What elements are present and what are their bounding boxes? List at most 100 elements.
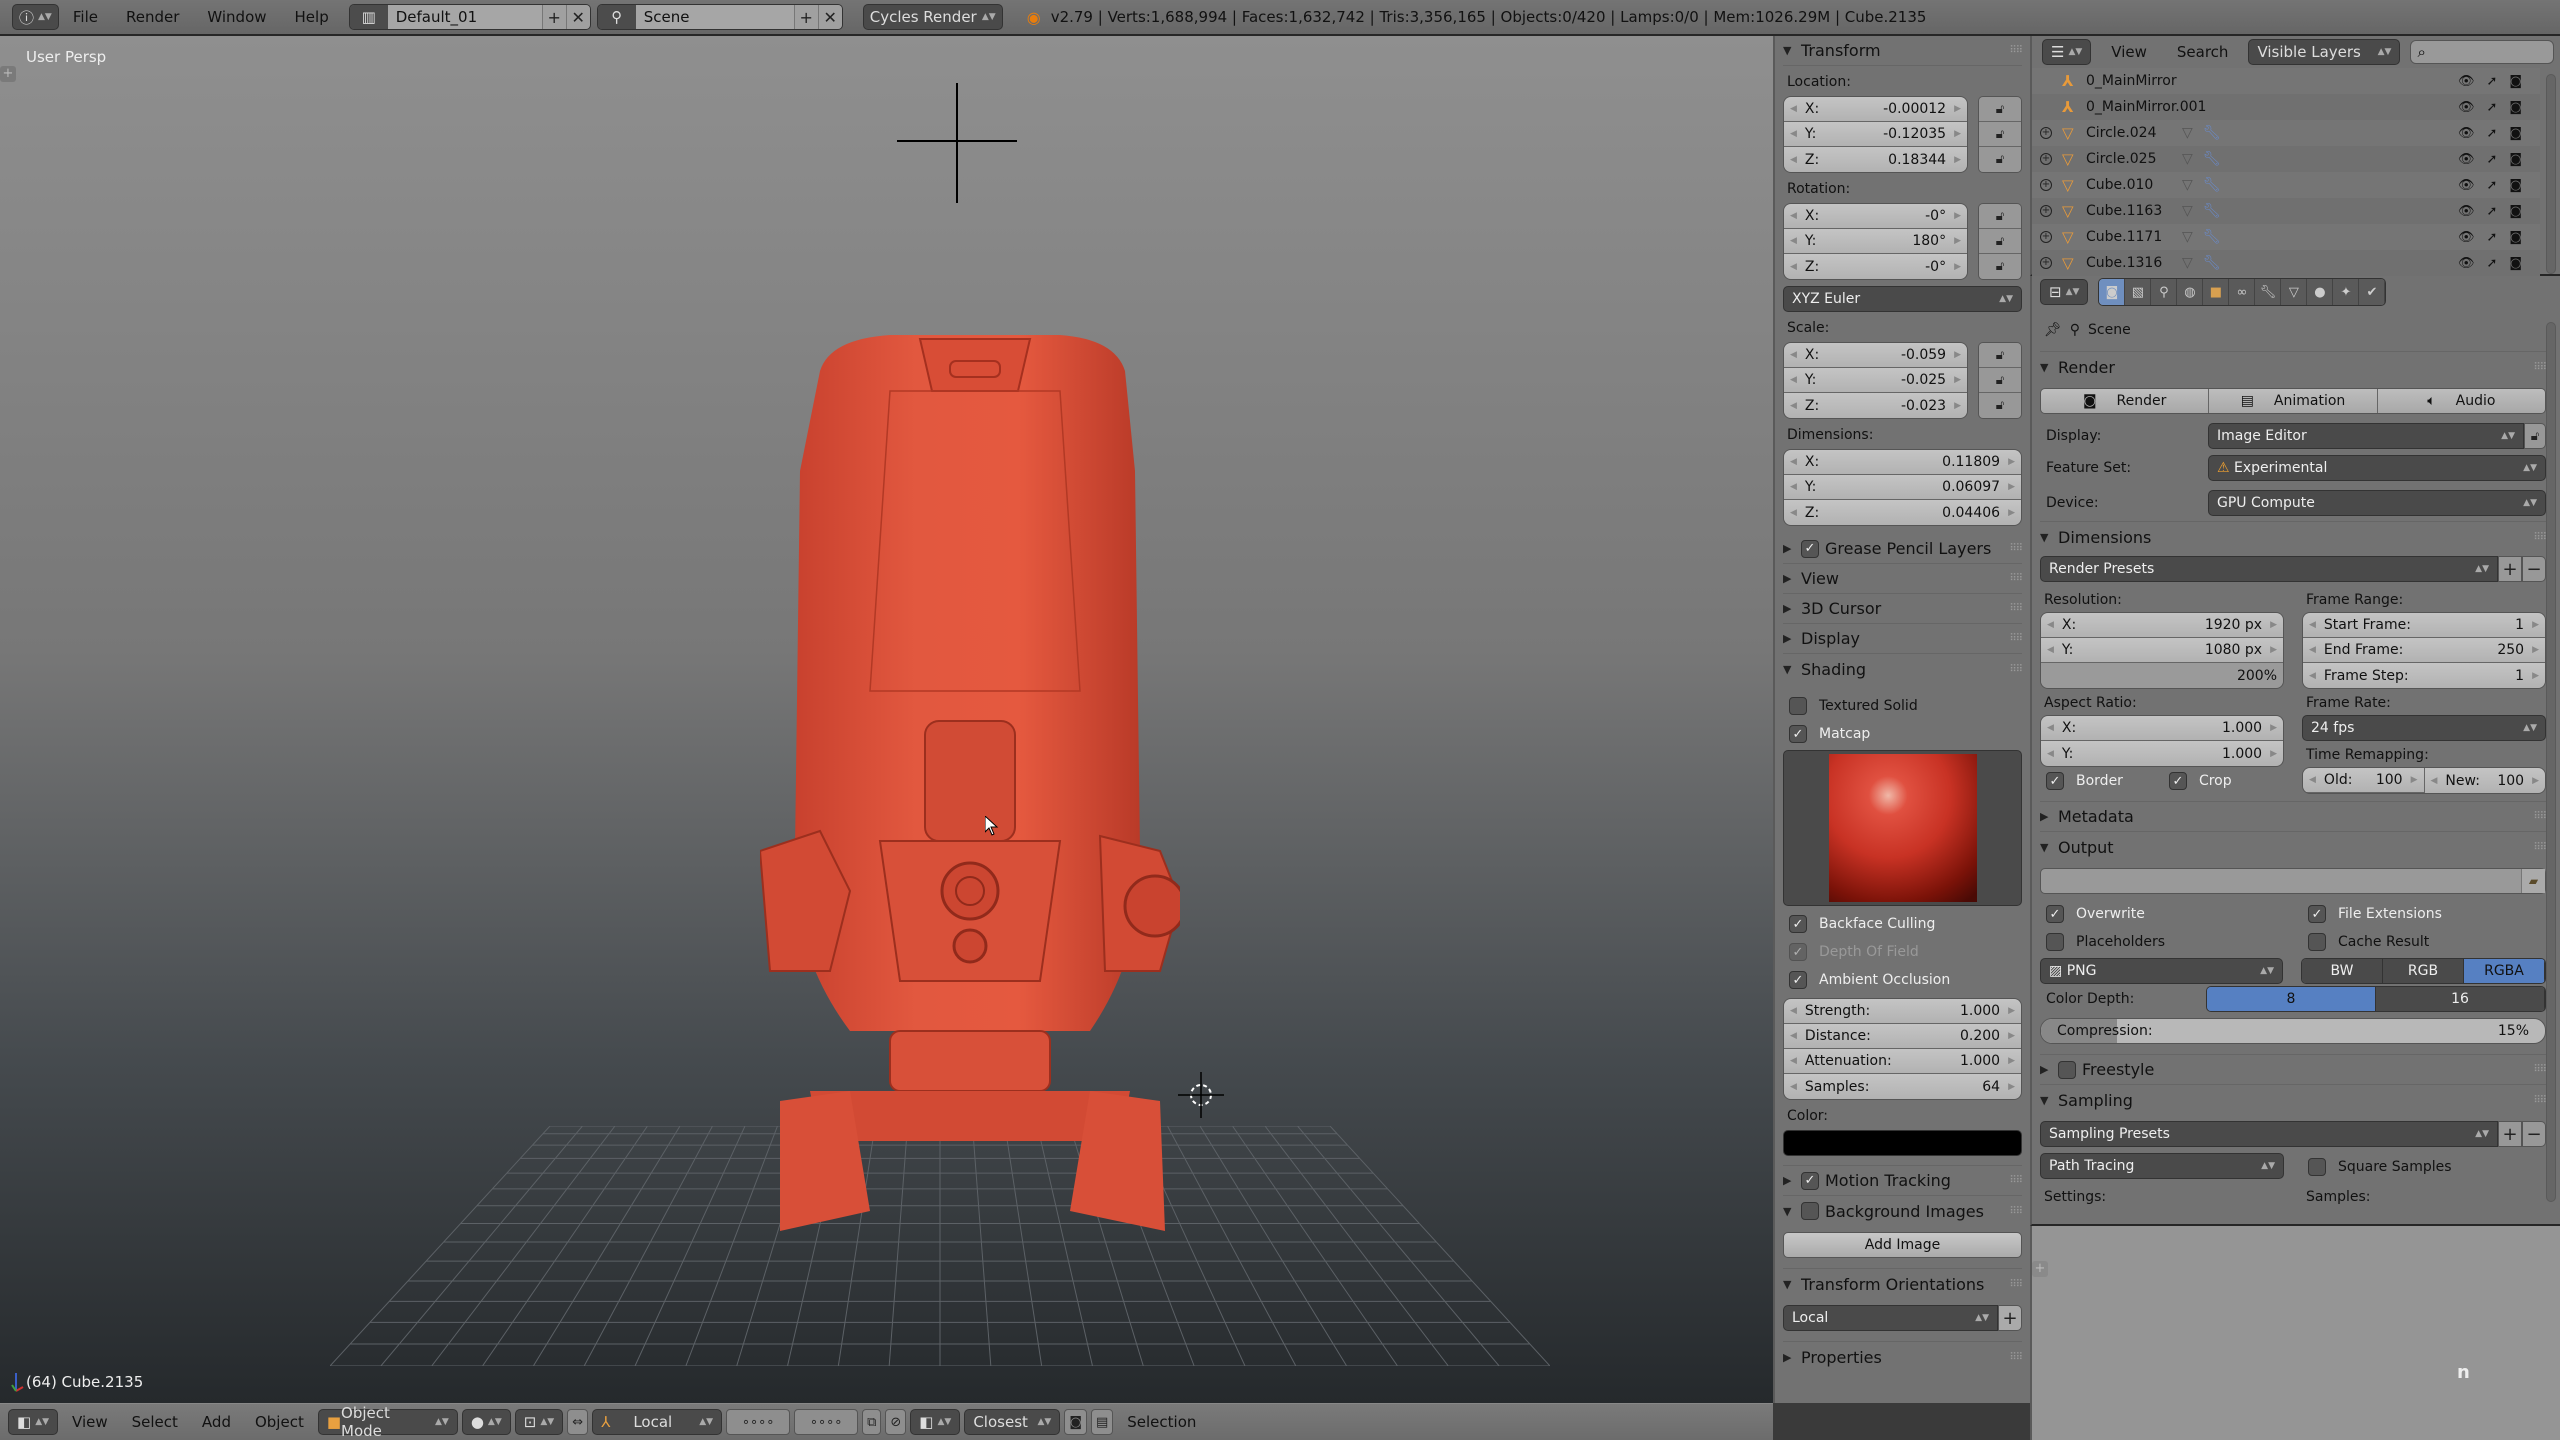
lock-icon[interactable]: 🔓︎ [1979, 122, 2021, 147]
modifier-wrench-icon[interactable]: 🔧︎ [2203, 177, 2221, 193]
mode-select[interactable]: ■ Object Mode ▲▼ [317, 1404, 458, 1440]
display-panel-header[interactable]: ▶ Display ⠿⠿ [1783, 624, 2023, 654]
outliner-item-name[interactable]: 0_MainMirror.001 [2086, 99, 2206, 115]
frame-step-field[interactable]: ◀ Frame Step: 1 ▶ [2303, 663, 2545, 688]
border-toggle[interactable]: ✓ Border [2040, 767, 2123, 795]
modifier-wrench-icon[interactable]: 🔧︎ [2203, 255, 2221, 271]
start-frame-field[interactable]: ◀ Start Frame: 1 ▶ [2303, 613, 2545, 638]
checkbox[interactable] [2308, 1158, 2326, 1176]
checkbox[interactable] [2308, 933, 2326, 951]
scene-selector[interactable]: ⚲ Scene + ✕ [596, 4, 843, 30]
resolution-percentage-slider[interactable]: 200% [2041, 663, 2283, 688]
outliner-item-name[interactable]: Cube.010 [2086, 177, 2153, 193]
drag-grip-icon[interactable]: ⠿⠿ [2533, 532, 2547, 543]
renderability-camera-icon[interactable]: ◙ [2509, 126, 2522, 141]
data-tab-mesh-icon[interactable]: ▽ [2281, 279, 2308, 305]
view-panel-header[interactable]: ▶ View ⠿⠿ [1783, 564, 2023, 594]
menu-view[interactable]: View [2101, 43, 2157, 61]
selectability-cursor-icon[interactable]: ➚ [2486, 256, 2497, 271]
ao-color-swatch[interactable] [1783, 1130, 2022, 1156]
dimensions-panel-header[interactable]: ▼ Dimensions ⠿⠿ [2040, 522, 2547, 552]
output-panel-header[interactable]: ▼ Output ⠿⠿ [2040, 832, 2547, 862]
add-image-button[interactable]: Add Image [1783, 1232, 2022, 1258]
file-extensions-toggle[interactable]: ✓ File Extensions [2302, 900, 2546, 928]
end-frame-field[interactable]: ◀ End Frame: 250 ▶ [2303, 638, 2545, 663]
grease-pencil-panel-header[interactable]: ▶ ✓ Grease Pencil Layers ⠿⠿ [1783, 534, 2023, 564]
mesh-data-icon[interactable]: ▽ [2182, 125, 2193, 141]
background-images-panel-header[interactable]: ▼ Background Images ⠿⠿ [1783, 1196, 2023, 1226]
rotation-mode-select[interactable]: XYZ Euler ▲▼ [1783, 286, 2022, 312]
drag-grip-icon[interactable]: ⠿⠿ [2009, 1279, 2023, 1290]
add-layout-button[interactable]: + [541, 5, 566, 29]
dimension-z-field[interactable]: ◀ Z: 0.04406 ▶ [1784, 500, 2021, 525]
file-format-select[interactable]: ▨ PNG ▲▼ [2040, 958, 2283, 984]
metadata-panel-header[interactable]: ▶ Metadata ⠿⠿ [2040, 802, 2547, 832]
sampling-presets-select[interactable]: Sampling Presets ▲▼ [2040, 1121, 2498, 1147]
drag-grip-icon[interactable]: ⠿⠿ [2009, 664, 2023, 675]
placeholders-toggle[interactable]: Placeholders [2040, 928, 2284, 956]
lock-icon[interactable]: 🔓︎ [1979, 147, 2021, 172]
scene-name[interactable]: Scene [635, 5, 794, 29]
checkbox[interactable]: ✓ [2308, 905, 2326, 923]
manipulator-toggle[interactable]: ⇔ [567, 1409, 589, 1435]
visibility-eye-icon[interactable]: 👁︎ [2458, 100, 2475, 115]
square-samples-toggle[interactable]: Square Samples [2302, 1153, 2546, 1181]
dimension-x-field[interactable]: ◀ X: 0.11809 ▶ [1784, 450, 2021, 475]
drag-grip-icon[interactable]: ⠿⠿ [2009, 1206, 2023, 1217]
backface-culling-toggle[interactable]: ✓ Backface Culling [1783, 910, 2022, 938]
drag-grip-icon[interactable]: ⠿⠿ [2009, 633, 2023, 644]
drag-grip-icon[interactable]: ⠿⠿ [2533, 842, 2547, 853]
menu-help[interactable]: Help [281, 8, 343, 26]
layers-grid-2[interactable]: ∘∘∘∘ [794, 1409, 859, 1435]
visibility-eye-icon[interactable]: 👁︎ [2458, 178, 2475, 193]
background-images-checkbox[interactable] [1801, 1202, 1819, 1220]
layers-grid-1[interactable]: ∘∘∘∘ [726, 1409, 791, 1435]
outliner-item[interactable]: + ▽ Cube.1163 ▽ 🔧︎ 👁︎ ➚ ◙ [2032, 198, 2540, 224]
mesh-data-icon[interactable]: ▽ [2182, 255, 2193, 271]
modifiers-tab-wrench-icon[interactable]: 🔧︎ [2255, 279, 2282, 305]
snap-element-select[interactable]: ◧ ▲▼ [910, 1409, 961, 1435]
remove-layout-button[interactable]: ✕ [565, 5, 590, 29]
menu-render[interactable]: Render [112, 8, 193, 26]
expand-icon[interactable]: + [2040, 179, 2052, 191]
resolution-y-field[interactable]: ◀ Y: 1080 px ▶ [2041, 638, 2283, 663]
modifier-wrench-icon[interactable]: 🔧︎ [2203, 203, 2221, 219]
opengl-animation-button[interactable]: ▤ [1090, 1409, 1114, 1435]
checkbox[interactable]: ✓ [1789, 725, 1807, 743]
color-mode-rgb[interactable]: RGB [2383, 959, 2464, 983]
add-preset-button[interactable]: + [2498, 556, 2522, 582]
renderability-camera-icon[interactable]: ◙ [2509, 204, 2522, 219]
frame-rate-select[interactable]: 24 fps ▲▼ [2302, 715, 2546, 741]
aspect-y-field[interactable]: ◀ Y: 1.000 ▶ [2041, 741, 2283, 766]
orientation-select[interactable]: ⅄ Local ▲▼ [592, 1409, 723, 1435]
outliner-item-name[interactable]: Cube.1171 [2086, 229, 2162, 245]
outliner-item[interactable]: + ▽ Circle.025 ▽ 🔧︎ 👁︎ ➚ ◙ [2032, 146, 2540, 172]
menu-file[interactable]: File [59, 8, 112, 26]
editor-type-button[interactable]: ⊟ ▲▼ [2040, 279, 2089, 305]
outliner-search-input[interactable]: ⌕ [2410, 40, 2555, 64]
ambient-occlusion-toggle[interactable]: ✓ Ambient Occlusion [1783, 966, 2022, 994]
expand-icon[interactable]: + [2040, 127, 2052, 139]
constraints-tab-link-icon[interactable]: ∞ [2229, 279, 2256, 305]
properties-panel-header[interactable]: ▶ Properties ⠿⠿ [1783, 1342, 2023, 1372]
renderability-camera-icon[interactable]: ◙ [2509, 100, 2522, 115]
drag-grip-icon[interactable]: ⠿⠿ [2533, 1064, 2547, 1075]
render-layers-tab-icon[interactable]: ▧ [2125, 279, 2152, 305]
outliner-item[interactable]: + ▽ Cube.1171 ▽ 🔧︎ 👁︎ ➚ ◙ [2032, 224, 2540, 250]
render-engine-select[interactable]: Cycles Render ▲▼ [862, 4, 1003, 30]
lock-icon[interactable]: 🔓︎ [1979, 368, 2021, 393]
menu-select[interactable]: Select [122, 1413, 188, 1431]
proportional-edit-button[interactable]: ⊘ [885, 1409, 907, 1435]
outliner-scrollbar[interactable] [2546, 74, 2556, 274]
color-mode-bw[interactable]: BW [2302, 959, 2383, 983]
selectability-cursor-icon[interactable]: ➚ [2486, 100, 2497, 115]
crop-toggle[interactable]: ✓ Crop [2163, 767, 2232, 795]
screen-layout-name[interactable]: Default_01 [387, 5, 542, 29]
visibility-eye-icon[interactable]: 👁︎ [2458, 204, 2475, 219]
color-depth-16[interactable]: 16 [2376, 987, 2545, 1011]
world-tab-icon[interactable]: ◍ [2177, 279, 2204, 305]
visibility-eye-icon[interactable]: 👁︎ [2458, 230, 2475, 245]
depth-of-field-toggle[interactable]: ✓ Depth Of Field [1783, 938, 2022, 966]
drag-grip-icon[interactable]: ⠿⠿ [2009, 45, 2023, 56]
screen-layout-selector[interactable]: ▥ Default_01 + ✕ [348, 4, 591, 30]
